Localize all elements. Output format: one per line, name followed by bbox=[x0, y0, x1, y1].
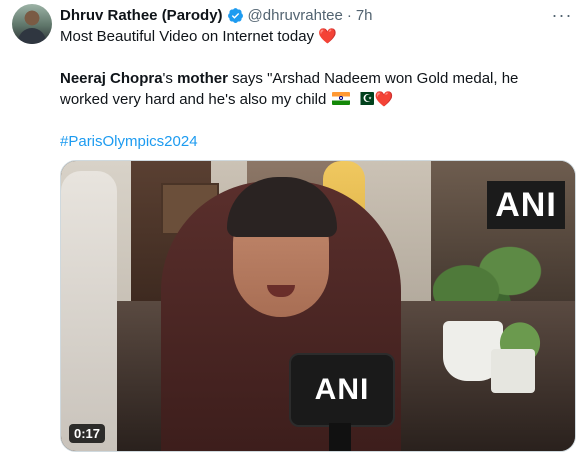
video-foreground-person bbox=[61, 171, 117, 451]
tweet-quote: Neeraj Chopra's mother says "Arshad Nade… bbox=[60, 68, 570, 110]
flag-india-icon bbox=[331, 92, 350, 105]
verified-badge-icon bbox=[227, 7, 243, 23]
heart-emoji-icon-2: ❤️ bbox=[374, 91, 394, 108]
avatar-shoulders bbox=[18, 28, 46, 44]
quote-name: Neeraj Chopra bbox=[60, 70, 163, 87]
separator-dot: · bbox=[346, 6, 352, 24]
flag-pakistan-icon bbox=[355, 92, 374, 105]
tweet-line-1: Most Beautiful Video on Internet today ❤… bbox=[60, 26, 570, 47]
ani-microphone: ANI bbox=[289, 353, 395, 427]
hashtag-link[interactable]: #ParisOlympics2024 bbox=[60, 133, 198, 150]
video-plant-pot-2 bbox=[491, 349, 535, 393]
quote-mother: mother bbox=[177, 70, 228, 87]
author-name[interactable]: Dhruv Rathee (Parody) bbox=[60, 7, 223, 24]
video-player[interactable]: ANI ANI 0:17 bbox=[60, 160, 576, 452]
tweet-header: Dhruv Rathee (Parody) @dhruvrahtee · 7h bbox=[60, 4, 373, 26]
author-handle[interactable]: @dhruvrahtee bbox=[248, 7, 343, 24]
microphone-handle bbox=[329, 423, 351, 451]
post-time[interactable]: 7h bbox=[356, 7, 373, 24]
ani-watermark-logo: ANI bbox=[487, 181, 565, 229]
video-duration: 0:17 bbox=[69, 424, 106, 443]
mic-label: ANI bbox=[314, 373, 370, 406]
quote-possessive: 's bbox=[162, 70, 178, 87]
heart-emoji-icon: ❤️ bbox=[318, 28, 337, 45]
tweet-line-1-text: Most Beautiful Video on Internet today bbox=[60, 28, 319, 45]
ani-watermark-text: ANI bbox=[495, 185, 557, 224]
tweet-text: Most Beautiful Video on Internet today ❤… bbox=[60, 26, 570, 152]
avatar[interactable] bbox=[12, 4, 52, 44]
more-options-icon[interactable]: ··· bbox=[552, 6, 572, 24]
